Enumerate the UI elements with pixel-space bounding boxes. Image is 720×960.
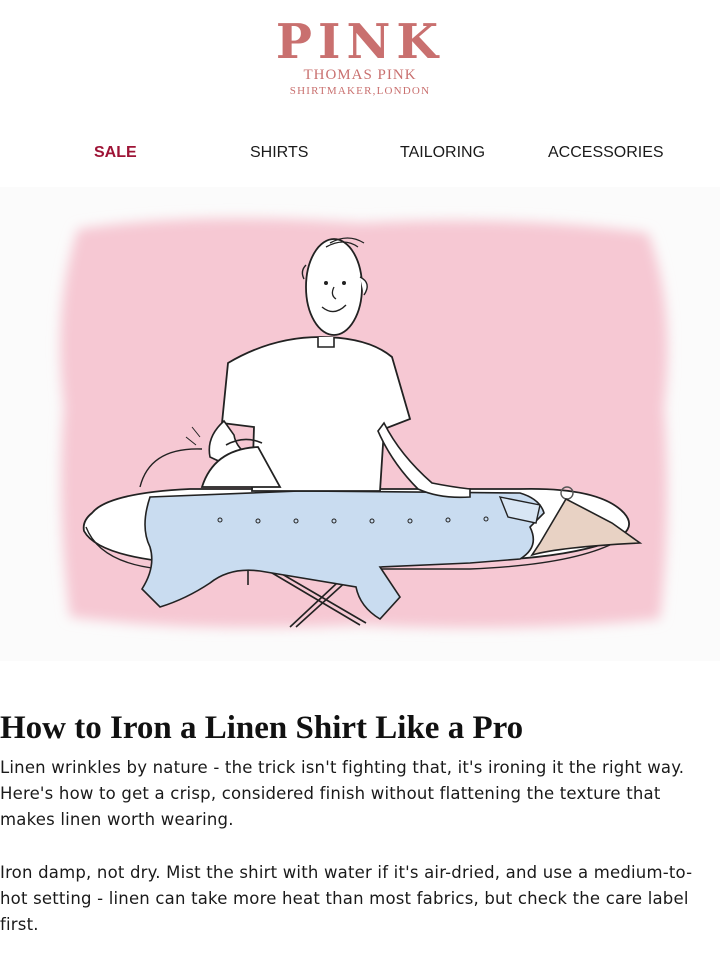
brand-logo[interactable]: PINK <box>0 14 720 70</box>
main-nav: SALE SHIRTS TAILORING ACCESSORIES <box>0 138 720 168</box>
nav-item-accessories[interactable]: ACCESSORIES <box>548 138 664 168</box>
nav-item-tailoring[interactable]: TAILORING <box>400 138 485 168</box>
nav-item-sale[interactable]: SALE <box>94 138 137 168</box>
article-paragraph-2: Iron damp, not dry. Mist the shirt with … <box>0 863 693 934</box>
site-header: PINK THOMAS PINK SHIRTMAKER,LONDON <box>0 0 720 120</box>
brand-name: THOMAS PINK <box>303 67 417 83</box>
brand-tagline: SHIRTMAKER,LONDON <box>289 85 431 97</box>
hero-illustration <box>0 187 720 661</box>
nav-item-shirts[interactable]: SHIRTS <box>250 138 308 168</box>
article-paragraph-1: Linen wrinkles by nature - the trick isn… <box>0 758 685 829</box>
article-title: How to Iron a Linen Shirt Like a Pro <box>0 710 524 747</box>
ironing-illustration <box>60 218 668 628</box>
